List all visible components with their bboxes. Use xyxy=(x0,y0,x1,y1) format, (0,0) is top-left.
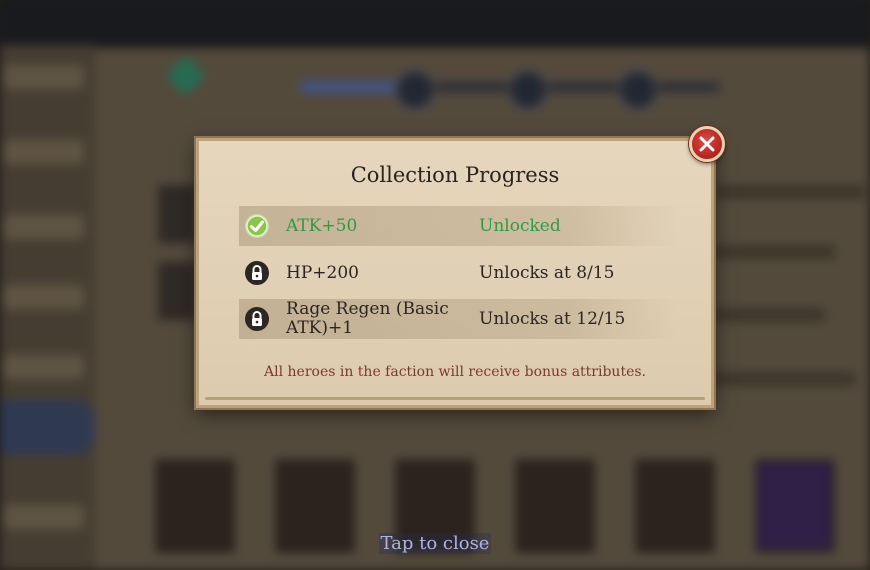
tap-to-close-hint[interactable]: Tap to close xyxy=(0,533,870,554)
bonus-row: HP+200 Unlocks at 8/15 xyxy=(239,253,679,293)
bonus-label: HP+200 xyxy=(286,262,359,283)
dialog-footnote: All heroes in the faction will receive b… xyxy=(264,364,646,380)
close-icon xyxy=(699,136,715,152)
bonus-status: Unlocks at 12/15 xyxy=(479,309,626,329)
lock-icon xyxy=(244,306,270,332)
bonus-status: Unlocked xyxy=(479,216,561,236)
dialog-title: Collection Progress xyxy=(350,163,560,187)
collection-progress-dialog: Collection Progress ATK+50 Unlocked HP+2… xyxy=(196,138,714,408)
bonus-label: ATK+50 xyxy=(286,215,358,236)
bonus-label: Rage Regen (Basic ATK)+1 xyxy=(286,299,449,338)
tap-to-close-label: Tap to close xyxy=(378,533,492,554)
bonus-row: ATK+50 Unlocked xyxy=(239,206,679,246)
bonus-status: Unlocks at 8/15 xyxy=(479,263,615,283)
bonus-row: Rage Regen (Basic ATK)+1 Unlocks at 12/1… xyxy=(239,299,679,339)
check-badge-icon xyxy=(244,213,270,239)
lock-icon xyxy=(244,260,270,286)
close-button[interactable] xyxy=(689,126,725,162)
